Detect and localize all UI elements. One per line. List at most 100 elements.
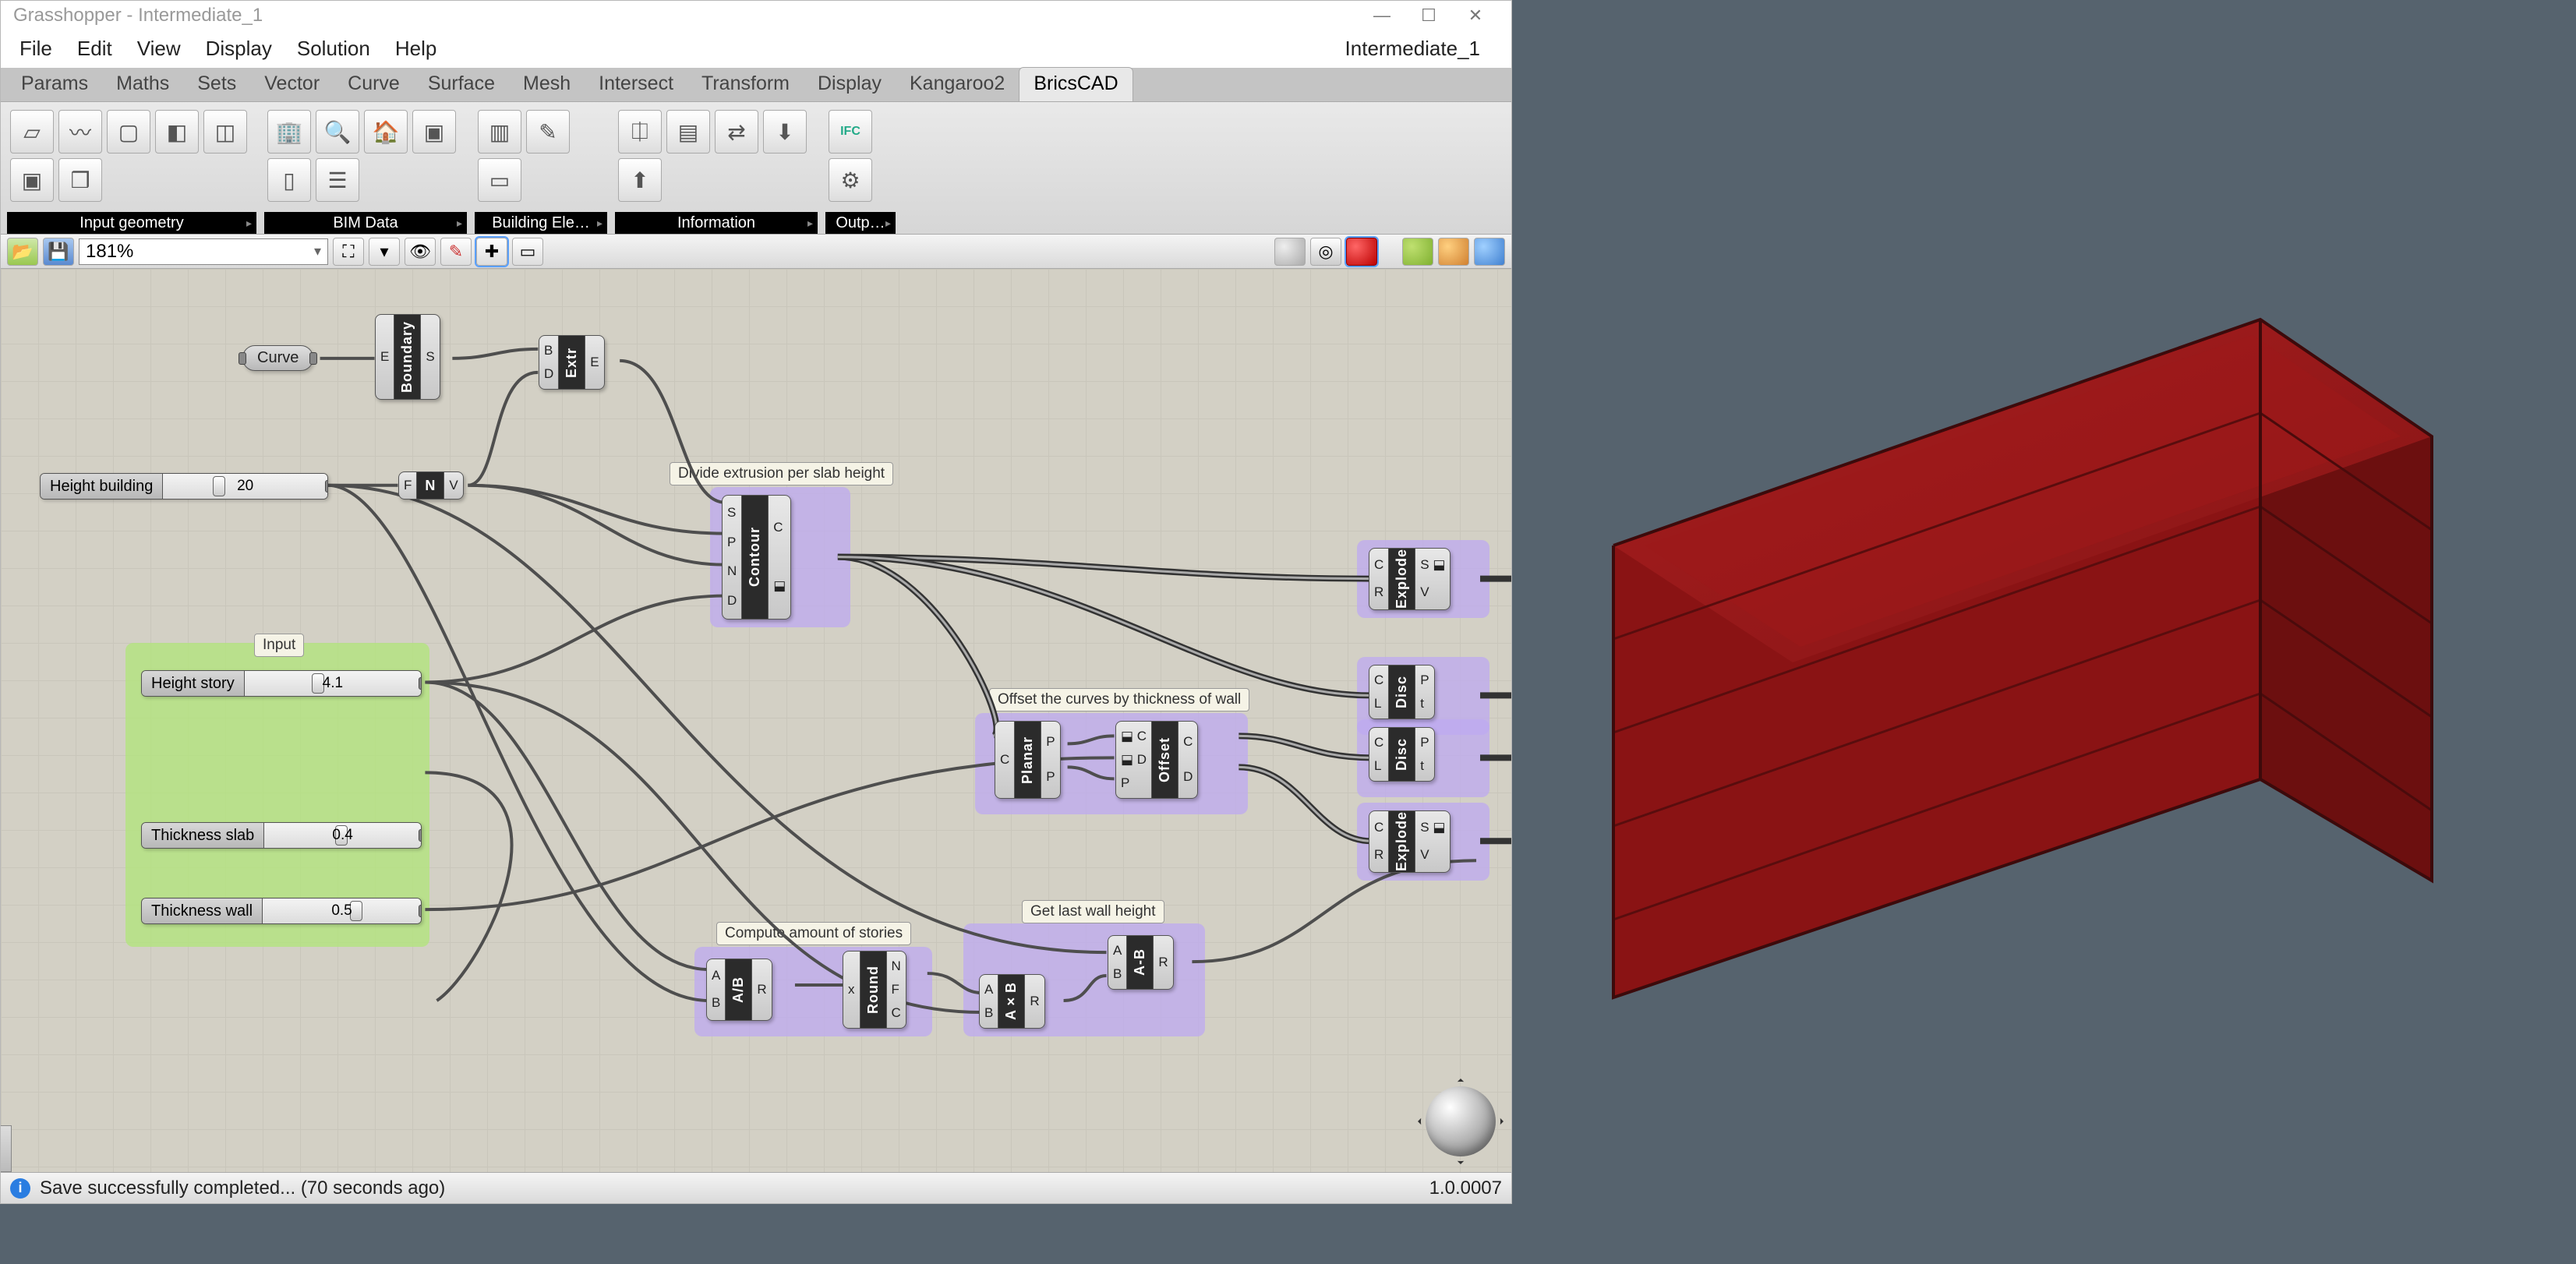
titlebar[interactable]: Grasshopper - Intermediate_1 — ☐ ✕ bbox=[1, 1, 1511, 30]
maximize-button[interactable]: ☐ bbox=[1405, 1, 1452, 30]
param-curve[interactable]: Curve bbox=[242, 345, 313, 371]
component-disc-2[interactable]: CL Disc Pt bbox=[1369, 727, 1435, 782]
list-icon[interactable]: ☰ bbox=[316, 158, 359, 202]
component-extr[interactable]: BD Extr E bbox=[539, 335, 605, 390]
component-planar[interactable]: C Planar PP bbox=[995, 721, 1061, 799]
open-file-button[interactable]: 📂 bbox=[7, 238, 38, 266]
output-settings-icon[interactable]: ⚙ bbox=[829, 158, 872, 202]
house-gear-icon[interactable]: 🏠 bbox=[364, 110, 408, 154]
tab-intersect[interactable]: Intersect bbox=[585, 68, 687, 101]
menu-display[interactable]: Display bbox=[195, 32, 283, 65]
component-planar-core: Planar bbox=[1014, 722, 1041, 798]
section-icon[interactable]: ⎅ bbox=[618, 110, 662, 154]
wall-icon[interactable]: ▥ bbox=[478, 110, 521, 154]
ribbon: ▱ 〰 ▢ ◧ ◫ ▣ ❒ Input geometry 🏢 🔍 🏠 ▣ ▯ ☰… bbox=[1, 102, 1511, 235]
ifc-export-icon[interactable]: IFC bbox=[829, 110, 872, 154]
param-curve-label: Curve bbox=[257, 349, 299, 366]
component-contour[interactable]: S P N D Contour C⬓ bbox=[722, 495, 791, 620]
component-disc-1[interactable]: CL Disc Pt bbox=[1369, 665, 1435, 719]
props-icon[interactable]: ▤ bbox=[666, 110, 710, 154]
slider-height-building[interactable]: Height building 20 bbox=[40, 473, 328, 500]
plane-icon[interactable]: ▱ bbox=[10, 110, 54, 154]
component-offset[interactable]: ⬓ C ⬓ D P Offset CD bbox=[1115, 721, 1198, 799]
menu-file[interactable]: File bbox=[9, 32, 63, 65]
box-shaded-icon[interactable]: ▣ bbox=[10, 158, 54, 202]
shading-wire-button[interactable]: ◎ bbox=[1310, 238, 1341, 266]
menu-help[interactable]: Help bbox=[384, 32, 447, 65]
info-down-icon[interactable]: ⬇ bbox=[763, 110, 807, 154]
grasshopper-window: Grasshopper - Intermediate_1 — ☐ ✕ File … bbox=[0, 0, 1512, 1204]
component-round-core: Round bbox=[860, 952, 887, 1028]
tab-maths[interactable]: Maths bbox=[102, 68, 183, 101]
ribbon-group-label[interactable]: Information bbox=[615, 212, 818, 234]
component-multiplication[interactable]: AB A×B R bbox=[979, 974, 1045, 1029]
tab-transform[interactable]: Transform bbox=[687, 68, 804, 101]
slab-icon[interactable]: ▭ bbox=[478, 158, 521, 202]
component-division[interactable]: AB A/B R bbox=[706, 959, 772, 1021]
tab-vector[interactable]: Vector bbox=[250, 68, 334, 101]
scribble-offset[interactable]: Offset the curves by thickness of wall bbox=[989, 688, 1249, 711]
panel-button[interactable]: ▭ bbox=[512, 238, 543, 266]
zoom-extents-button[interactable]: ⛶ bbox=[333, 238, 364, 266]
component-multiplication-core: A×B bbox=[998, 975, 1025, 1028]
cube-small-icon[interactable]: ▣ bbox=[412, 110, 456, 154]
scribble-input[interactable]: Input bbox=[254, 634, 304, 657]
slider-thickness-slab[interactable]: Thickness slab 0.4 bbox=[141, 822, 422, 849]
tag-search-icon[interactable]: 🔍 bbox=[316, 110, 359, 154]
tab-params[interactable]: Params bbox=[7, 68, 102, 101]
menu-solution[interactable]: Solution bbox=[286, 32, 381, 65]
tab-curve[interactable]: Curve bbox=[334, 68, 414, 101]
component-round[interactable]: x Round NFC bbox=[843, 951, 906, 1029]
component-explode-2[interactable]: CR Explode S ⬓V bbox=[1369, 810, 1451, 873]
preview-mesh-green-button[interactable] bbox=[1402, 238, 1433, 266]
slider-height-story[interactable]: Height story 4.1 bbox=[141, 670, 422, 697]
scribble-lastwall[interactable]: Get last wall height bbox=[1022, 900, 1164, 923]
tab-display[interactable]: Display bbox=[804, 68, 896, 101]
tab-surface[interactable]: Surface bbox=[414, 68, 509, 101]
save-file-button[interactable]: 💾 bbox=[43, 238, 74, 266]
preview-toggle-button[interactable]: 👁 bbox=[405, 238, 436, 266]
preview-mesh-blue-button[interactable] bbox=[1474, 238, 1505, 266]
minimize-button[interactable]: — bbox=[1359, 1, 1405, 30]
scribble-divide[interactable]: Divide extrusion per slab height bbox=[670, 462, 893, 485]
cube-icon[interactable]: ❒ bbox=[58, 158, 102, 202]
sketch-button[interactable]: ✎ bbox=[440, 238, 472, 266]
component-subtraction[interactable]: AB A-B R bbox=[1108, 935, 1174, 990]
3d-viewport[interactable] bbox=[1512, 0, 2576, 1204]
shading-selected-button[interactable] bbox=[1346, 238, 1377, 266]
element-edit-icon[interactable]: ✎ bbox=[526, 110, 570, 154]
tab-sets[interactable]: Sets bbox=[183, 68, 250, 101]
side-panel-handle[interactable] bbox=[1, 1125, 12, 1172]
ribbon-group-label[interactable]: BIM Data bbox=[264, 212, 467, 234]
menu-view[interactable]: View bbox=[126, 32, 192, 65]
box-tilt-icon[interactable]: ◧ bbox=[155, 110, 199, 154]
canvas[interactable]: Input Divide extrusion per slab height O… bbox=[1, 269, 1511, 1172]
component-boundary[interactable]: E Boundary S bbox=[375, 314, 440, 400]
solid-outline-icon[interactable]: ◫ bbox=[203, 110, 247, 154]
swap-icon[interactable]: ⇄ bbox=[715, 110, 758, 154]
component-negative[interactable]: F N V bbox=[398, 471, 464, 500]
tab-kangaroo2[interactable]: Kangaroo2 bbox=[896, 68, 1019, 101]
named-views-button[interactable]: ▾ bbox=[369, 238, 400, 266]
preview-mesh-orange-button[interactable] bbox=[1438, 238, 1469, 266]
close-button[interactable]: ✕ bbox=[1452, 1, 1499, 30]
slider-thickness-wall[interactable]: Thickness wall 0.5 bbox=[141, 898, 422, 924]
ribbon-group-label[interactable]: Outp… bbox=[825, 212, 896, 234]
tab-bricscad[interactable]: BricsCAD bbox=[1019, 67, 1133, 101]
ribbon-group-label[interactable]: Input geometry bbox=[7, 212, 256, 234]
canvas-compass[interactable] bbox=[1426, 1086, 1496, 1156]
info-up-icon[interactable]: ⬆ bbox=[618, 158, 662, 202]
column-icon[interactable]: ▯ bbox=[267, 158, 311, 202]
ribbon-group-label[interactable]: Building Ele… bbox=[475, 212, 607, 234]
shading-off-button[interactable] bbox=[1274, 238, 1306, 266]
menu-edit[interactable]: Edit bbox=[66, 32, 123, 65]
curve-icon[interactable]: 〰 bbox=[58, 110, 102, 154]
building-icon[interactable]: 🏢 bbox=[267, 110, 311, 154]
component-boundary-core: Boundary bbox=[394, 315, 421, 399]
zoom-combo[interactable]: 181% bbox=[79, 238, 328, 265]
component-explode-1[interactable]: CR Explode S ⬓V bbox=[1369, 548, 1451, 610]
box-outline-icon[interactable]: ▢ bbox=[107, 110, 150, 154]
snap-toggle-button[interactable]: ✚ bbox=[476, 238, 507, 266]
tab-mesh[interactable]: Mesh bbox=[509, 68, 585, 101]
scribble-stories[interactable]: Compute amount of stories bbox=[716, 922, 911, 945]
